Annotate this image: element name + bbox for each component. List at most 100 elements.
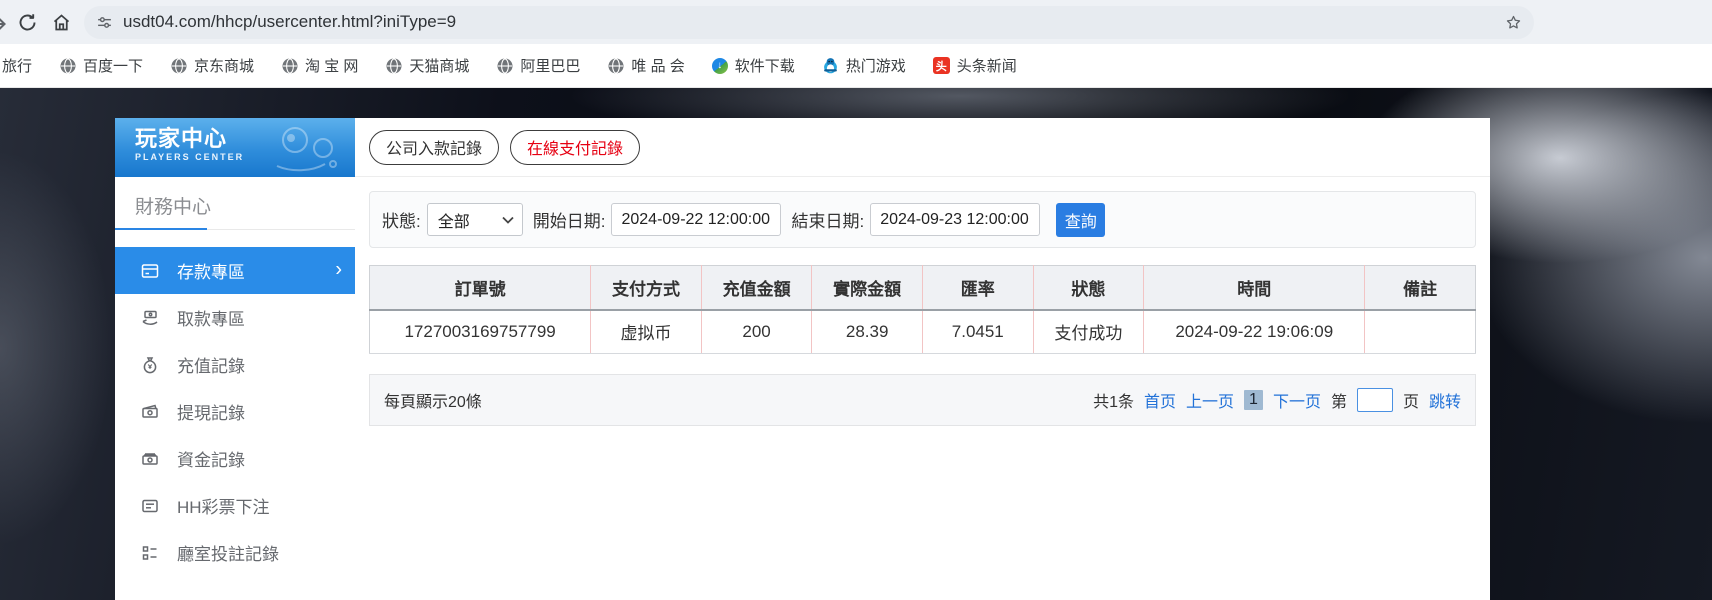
col-actual-amount: 實際金額 [811, 265, 923, 311]
globe-icon [607, 57, 624, 74]
cell-recharge-amount: 200 [701, 309, 813, 354]
start-date-input[interactable] [611, 203, 782, 236]
bookmark-item[interactable]: 天猫商城 [385, 55, 469, 76]
sidebar-item-funds-records[interactable]: 資金記錄 [115, 435, 355, 482]
bookmark-item[interactable]: 百度一下 [59, 55, 143, 76]
cash-stack-icon [142, 452, 158, 465]
withdraw-icon [142, 310, 158, 325]
chevron-down-icon [502, 216, 514, 224]
total-count-text: 共1条 [1093, 394, 1134, 411]
bookmark-item[interactable]: 旅行 [2, 55, 32, 76]
bookmark-item[interactable]: 头 头条新闻 [932, 55, 1017, 76]
toutiao-icon: 头 [932, 57, 950, 74]
cell-status: 支付成功 [1033, 309, 1145, 354]
current-page-indicator: 1 [1244, 390, 1263, 410]
sidebar-item-withdraw-zone[interactable]: 取款專區 [115, 294, 355, 341]
bookmark-item[interactable]: 京东商城 [170, 55, 254, 76]
sidebar-item-label: 充值記錄 [177, 357, 245, 376]
sidebar-item-label: HH彩票下注 [177, 498, 270, 517]
money-bag-icon [143, 356, 157, 373]
software-download-icon: ↓ [711, 57, 728, 74]
deposit-icon [141, 263, 159, 278]
globe-icon [170, 57, 187, 74]
sidebar-section-label: 財務中心 [135, 197, 212, 218]
cell-time: 2024-09-22 19:06:09 [1143, 309, 1366, 354]
status-select-value: 全部 [437, 213, 470, 231]
bookmark-label: 唯 品 会 [631, 58, 685, 75]
penguin-game-icon [822, 57, 839, 74]
bookmark-item[interactable]: 淘 宝 网 [281, 55, 358, 76]
first-page-link[interactable]: 首页 [1144, 388, 1176, 412]
chevron-right-icon: › [335, 258, 342, 281]
start-date-label: 開始日期: [532, 212, 606, 231]
site-settings-icon[interactable] [96, 14, 113, 31]
col-recharge-amount: 充值金額 [701, 265, 813, 311]
bookmark-label: 京东商城 [194, 58, 255, 75]
sidebar-item-label: 取款專區 [177, 310, 245, 329]
jump-link[interactable]: 跳转 [1429, 388, 1461, 412]
cell-order-number: 1727003169757799 [369, 309, 592, 354]
sidebar-item-recharge-records[interactable]: 充值記錄 [115, 341, 355, 388]
cell-remark [1364, 309, 1476, 354]
bookmark-item[interactable]: 热门游戏 [822, 55, 906, 76]
globe-icon [59, 57, 76, 74]
table-header-row: 訂單號 支付方式 充值金額 實際金額 匯率 狀態 時間 備註 [369, 265, 1476, 311]
sidebar-item-withdrawal-records[interactable]: 提現記錄 [115, 388, 355, 435]
prev-page-link[interactable]: 上一页 [1186, 388, 1234, 412]
sidebar-menu: 存款專區 › 取款專區 充值記錄 提現記錄 資金記錄 HH彩票下注 廳室投註記錄 [115, 247, 355, 576]
sidebar-item-label: 廳室投註記錄 [177, 545, 279, 564]
sidebar: 玩家中心 PLAYERS CENTER 財務中心 存款專區 › 取款專區 充值記… [115, 118, 355, 600]
globe-icon [496, 57, 513, 74]
goto-page-input[interactable] [1356, 388, 1393, 412]
main-content: 公司入款記錄 在線支付記錄 狀態: 全部 開始日期: 結束日期: [355, 118, 1490, 600]
cell-actual-amount: 28.39 [811, 309, 923, 354]
bookmark-label: 天猫商城 [409, 58, 470, 75]
grid-list-icon [142, 545, 157, 560]
search-button[interactable]: 查詢 [1056, 202, 1106, 237]
bookmark-item[interactable]: 阿里巴巴 [496, 55, 580, 76]
col-status: 狀態 [1033, 265, 1145, 311]
tab-company-deposit-records[interactable]: 公司入款記錄 [369, 129, 500, 165]
bookmark-label: 淘 宝 网 [305, 58, 359, 75]
browser-toolbar: usdt04.com/hhcp/usercenter.html?iniType=… [0, 0, 1712, 44]
pagination-controls: 共1条 首页 上一页 1 下一页 第 页 跳转 [1093, 388, 1461, 412]
bookmark-label: 百度一下 [83, 58, 144, 75]
bookmark-label: 阿里巴巴 [520, 58, 581, 75]
next-page-link[interactable]: 下一页 [1273, 388, 1321, 412]
end-date-input[interactable] [870, 203, 1041, 236]
sidebar-item-hall-bet-records[interactable]: 廳室投註記錄 [115, 529, 355, 576]
content-body: 狀態: 全部 開始日期: 結束日期: 查詢 [355, 177, 1490, 426]
tab-online-payment-records[interactable]: 在線支付記錄 [510, 129, 641, 165]
gamepad-decoration-icon [267, 122, 349, 177]
col-remark: 備註 [1364, 265, 1476, 311]
home-icon[interactable] [44, 5, 78, 39]
bookmark-item[interactable]: 唯 品 会 [607, 55, 685, 76]
pagination-bar: 每頁顯示20條 共1条 首页 上一页 1 下一页 第 页 跳转 [369, 374, 1476, 426]
status-select[interactable]: 全部 [426, 203, 523, 236]
records-table: 訂單號 支付方式 充值金額 實際金額 匯率 狀態 時間 備註 172700316… [369, 265, 1476, 354]
end-date-label: 結束日期: [791, 212, 865, 231]
goto-suffix-text: 页 [1402, 394, 1419, 411]
page-background: 玩家中心 PLAYERS CENTER 財務中心 存款專區 › 取款專區 充值記… [0, 88, 1712, 600]
forward-icon[interactable] [0, 10, 10, 34]
bookmark-item[interactable]: ↓ 软件下载 [711, 55, 795, 76]
sidebar-section-finance: 財務中心 [115, 177, 355, 230]
url-bar[interactable]: usdt04.com/hhcp/usercenter.html?iniType=… [84, 5, 1534, 39]
sidebar-item-deposit-zone[interactable]: 存款專區 › [115, 247, 355, 294]
bookmark-star-icon[interactable] [1505, 14, 1522, 31]
sidebar-item-label: 資金記錄 [177, 451, 245, 470]
url-text[interactable]: usdt04.com/hhcp/usercenter.html?iniType=… [123, 12, 1505, 32]
record-tabs: 公司入款記錄 在線支付記錄 [355, 118, 1490, 177]
bookmark-label: 头条新闻 [956, 58, 1017, 75]
refresh-icon[interactable] [10, 5, 44, 39]
player-center-card: 玩家中心 PLAYERS CENTER 財務中心 存款專區 › 取款專區 充值記… [115, 118, 1490, 600]
bookmark-label: 旅行 [2, 58, 33, 75]
page-size-text: 每頁顯示20條 [384, 394, 482, 411]
globe-icon [385, 57, 402, 74]
col-payment-method: 支付方式 [590, 265, 702, 311]
bookmark-label: 热门游戏 [845, 58, 906, 75]
sidebar-item-hh-lottery-bets[interactable]: HH彩票下注 [115, 482, 355, 529]
sidebar-item-label: 提現記錄 [177, 404, 245, 423]
col-order-number: 訂單號 [369, 265, 592, 311]
table-row: 1727003169757799 虚拟币 200 28.39 7.0451 支付… [369, 309, 1476, 354]
